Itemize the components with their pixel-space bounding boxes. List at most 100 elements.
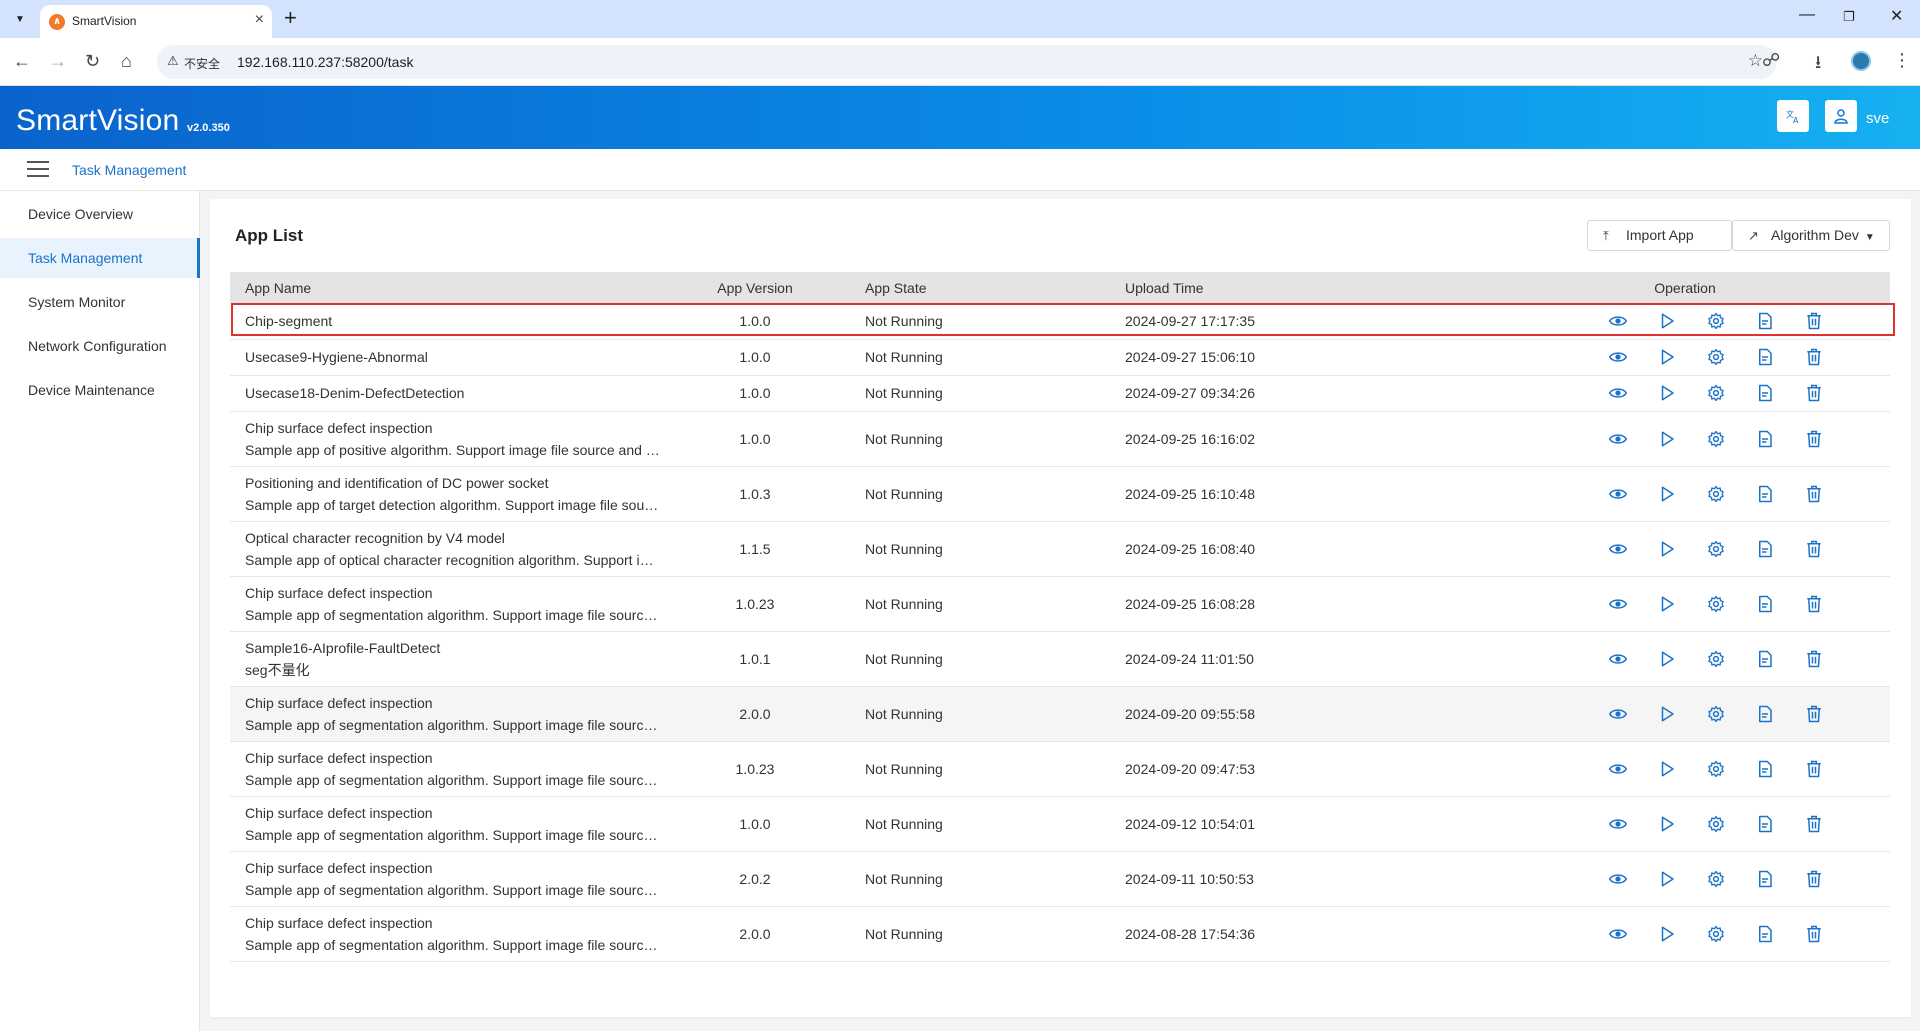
run-button[interactable] [1642,925,1691,943]
table-row[interactable]: Chip surface defect inspection Sample app… [230,741,1890,797]
breadcrumb-current[interactable]: Task Management [72,162,186,178]
view-button[interactable] [1593,815,1642,833]
extensions-icon[interactable]: ☍ [1762,50,1780,71]
settings-button[interactable] [1691,430,1740,448]
settings-button[interactable] [1691,348,1740,366]
view-button[interactable] [1593,430,1642,448]
settings-button[interactable] [1691,815,1740,833]
user-button[interactable] [1825,100,1857,132]
close-tab-icon[interactable]: × [255,11,264,29]
table-row[interactable]: Chip surface defect inspection Sample app… [230,906,1890,962]
log-button[interactable] [1740,705,1789,723]
download-icon[interactable]: ⭳ [1815,50,1821,80]
run-button[interactable] [1642,870,1691,888]
run-button[interactable] [1642,760,1691,778]
delete-button[interactable] [1789,485,1838,503]
table-row[interactable]: Chip surface defect inspection Sample app… [230,411,1890,467]
delete-button[interactable] [1789,760,1838,778]
forward-icon[interactable]: → [49,51,67,71]
log-button[interactable] [1740,595,1789,613]
import-app-button[interactable]: ⤒ Import App [1587,220,1732,251]
language-button[interactable]: 文 A [1777,100,1809,132]
settings-button[interactable] [1691,540,1740,558]
run-button[interactable] [1642,650,1691,668]
table-row[interactable]: Usecase9-Hygiene-Abnormal 1.0.0 Not Runnin… [230,339,1890,376]
view-button[interactable] [1593,485,1642,503]
delete-button[interactable] [1789,312,1838,330]
view-button[interactable] [1593,760,1642,778]
run-button[interactable] [1642,540,1691,558]
run-button[interactable] [1642,815,1691,833]
run-button[interactable] [1642,312,1691,330]
username[interactable]: sve [1866,110,1889,127]
delete-button[interactable] [1789,650,1838,668]
log-button[interactable] [1740,650,1789,668]
log-button[interactable] [1740,870,1789,888]
settings-button[interactable] [1691,760,1740,778]
algorithm-dev-button[interactable]: ↗ Algorithm Dev ▼ [1732,220,1890,251]
table-row[interactable]: Optical character recognition by V4 mode… [230,521,1890,577]
run-button[interactable] [1642,348,1691,366]
view-button[interactable] [1593,312,1642,330]
url-text[interactable]: 192.168.110.237:58200/task [237,54,413,70]
table-row[interactable]: Chip-segment 1.0.0 Not Running 2024-09-27 1… [230,303,1890,340]
table-row[interactable]: Chip surface defect inspection Sample app… [230,576,1890,632]
run-button[interactable] [1642,485,1691,503]
log-button[interactable] [1740,485,1789,503]
reload-icon[interactable]: ↻ [85,51,100,71]
table-row[interactable]: Chip surface defect inspection Sample app… [230,796,1890,852]
view-button[interactable] [1593,384,1642,402]
table-row[interactable]: Sample16-AIprofile-FaultDetect seg不量化 1.0.… [230,631,1890,687]
view-button[interactable] [1593,925,1642,943]
settings-button[interactable] [1691,650,1740,668]
restore-icon[interactable]: ❐ [1843,9,1855,25]
sidebar-item-system-monitor[interactable]: System Monitor [0,282,200,322]
log-button[interactable] [1740,925,1789,943]
log-button[interactable] [1740,384,1789,402]
bookmark-star-icon[interactable]: ☆ [1748,51,1763,71]
home-icon[interactable]: ⌂ [121,51,132,71]
log-button[interactable] [1740,312,1789,330]
log-button[interactable] [1740,348,1789,366]
log-button[interactable] [1740,760,1789,778]
delete-button[interactable] [1789,595,1838,613]
table-row[interactable]: Chip surface defect inspection Sample app… [230,686,1890,742]
minimize-icon[interactable]: — [1799,6,1815,24]
view-button[interactable] [1593,540,1642,558]
menu-toggle-icon[interactable] [27,161,49,179]
table-row[interactable]: Chip surface defect inspection Sample app… [230,851,1890,907]
sidebar-item-network-configuration[interactable]: Network Configuration [0,326,200,366]
run-button[interactable] [1642,595,1691,613]
view-button[interactable] [1593,595,1642,613]
run-button[interactable] [1642,705,1691,723]
settings-button[interactable] [1691,705,1740,723]
delete-button[interactable] [1789,540,1838,558]
settings-button[interactable] [1691,925,1740,943]
delete-button[interactable] [1789,925,1838,943]
settings-button[interactable] [1691,384,1740,402]
tab-search-icon[interactable]: ▼ [10,9,30,29]
delete-button[interactable] [1789,348,1838,366]
delete-button[interactable] [1789,815,1838,833]
delete-button[interactable] [1789,430,1838,448]
log-button[interactable] [1740,430,1789,448]
sidebar-item-task-management[interactable]: Task Management [0,238,200,278]
table-row[interactable]: Positioning and identification of DC pow… [230,466,1890,522]
view-button[interactable] [1593,870,1642,888]
back-icon[interactable]: ← [13,51,31,71]
close-window-icon[interactable]: ✕ [1890,6,1903,26]
settings-button[interactable] [1691,485,1740,503]
run-button[interactable] [1642,384,1691,402]
delete-button[interactable] [1789,705,1838,723]
table-row[interactable]: Usecase18-Denim-DefectDetection 1.0.0 Not … [230,375,1890,412]
delete-button[interactable] [1789,870,1838,888]
log-button[interactable] [1740,815,1789,833]
browser-tab[interactable]: ∧ SmartVision × [40,5,272,38]
settings-button[interactable] [1691,870,1740,888]
settings-button[interactable] [1691,312,1740,330]
view-button[interactable] [1593,348,1642,366]
log-button[interactable] [1740,540,1789,558]
address-bar[interactable]: ⚠ 不安全 192.168.110.237:58200/task ☆ [157,45,1777,79]
run-button[interactable] [1642,430,1691,448]
profile-avatar[interactable] [1851,51,1871,71]
